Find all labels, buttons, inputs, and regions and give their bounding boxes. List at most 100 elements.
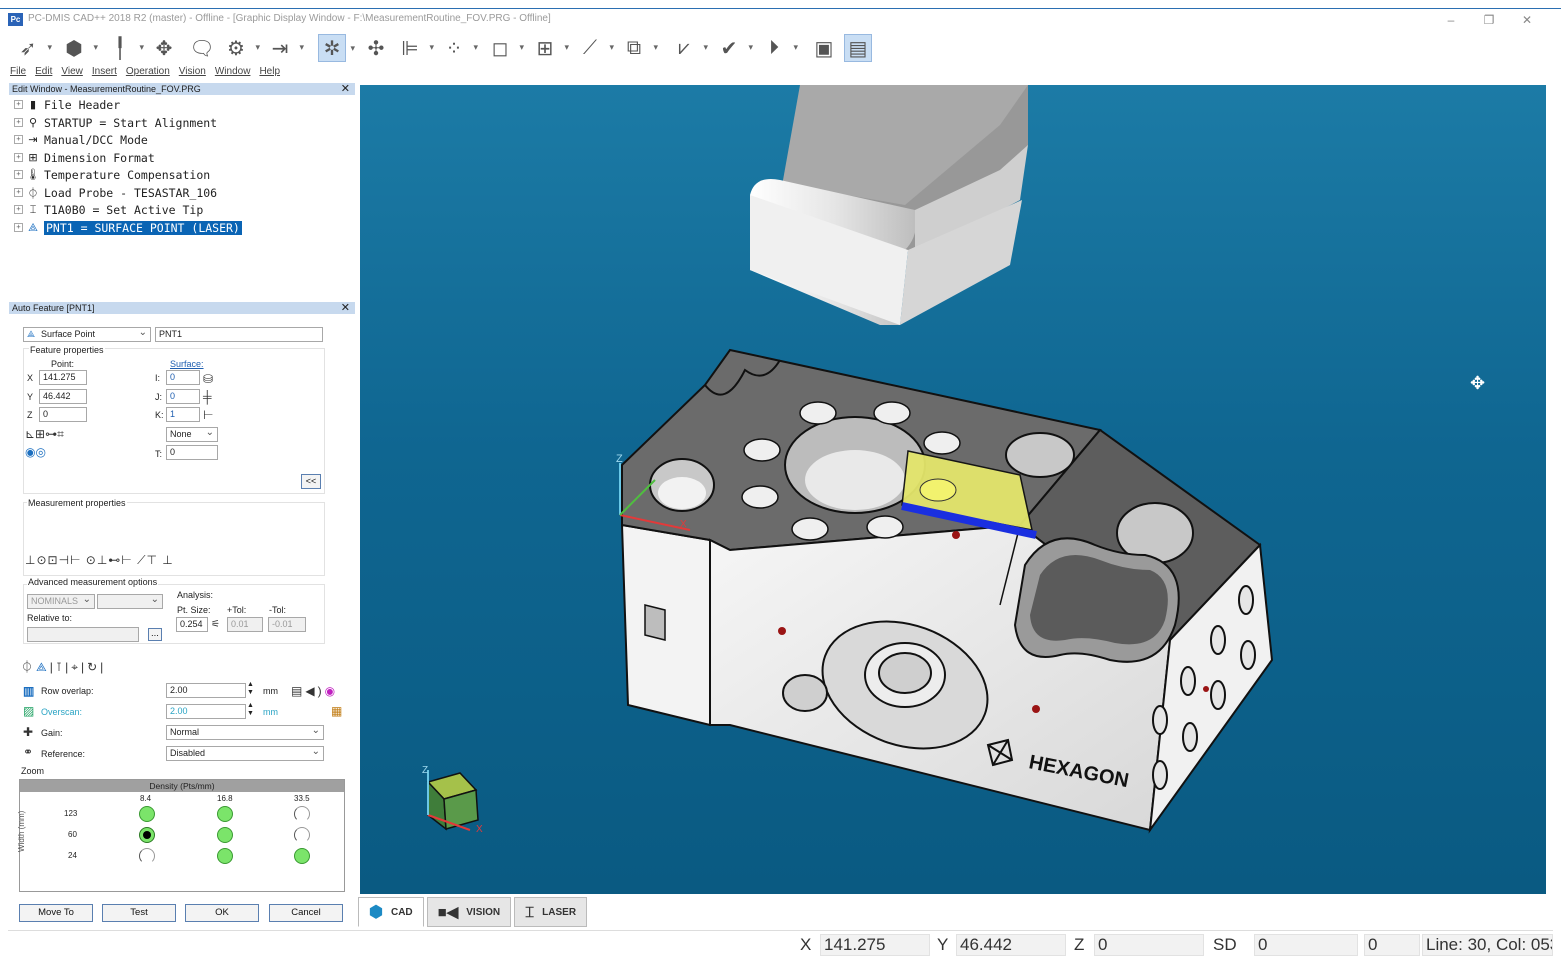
density-option-radio[interactable] <box>217 848 233 864</box>
z-input[interactable]: 0 <box>39 407 87 422</box>
point-icon[interactable]: ✣ <box>362 34 390 62</box>
read-point-icon[interactable]: ◉◎ <box>25 445 46 459</box>
close-button[interactable]: ✕ <box>1512 11 1542 29</box>
nominals-mode-select[interactable] <box>97 594 163 609</box>
tree-item-file-header[interactable]: + ▮ File Header <box>14 96 120 113</box>
tree-item-load-probe[interactable]: + ⏀ Load Probe - TESASTAR_106 <box>14 184 217 201</box>
feature-type-select[interactable]: ⟁ Surface Point <box>23 327 151 342</box>
manual-dcc-icon[interactable]: ⇥ <box>266 34 304 62</box>
report-icon[interactable]: ⩗ <box>670 34 708 62</box>
menu-window[interactable]: Window <box>215 66 251 82</box>
nominals-select[interactable]: NOMINALS <box>27 594 95 609</box>
relative-to-browse-button[interactable]: ... <box>148 628 162 641</box>
probe-icon[interactable]: ╿ <box>106 34 144 62</box>
feature-id-input[interactable]: PNT1 <box>155 327 323 342</box>
copy-icon[interactable]: ⧉ <box>620 34 658 62</box>
tab-cad[interactable]: ⬢ CAD <box>358 897 424 927</box>
row-overlap-input[interactable]: 2.00 <box>166 683 246 698</box>
reference-select[interactable]: Disabled <box>166 746 324 761</box>
menu-file[interactable]: File <box>10 66 26 82</box>
relative-to-input[interactable] <box>27 627 139 642</box>
check-icon[interactable]: ✔ <box>715 34 753 62</box>
snap-select[interactable]: None <box>166 427 218 442</box>
menu-help[interactable]: Help <box>259 66 280 82</box>
comment-icon[interactable]: 🗨 <box>188 34 216 62</box>
overscan-input[interactable]: 2.00 <box>166 704 246 719</box>
density-option-radio-selected[interactable] <box>139 827 155 843</box>
row-overlap-spinner[interactable]: ▲ ▼ <box>247 681 254 697</box>
expand-icon[interactable]: + <box>14 135 23 144</box>
move-icon[interactable]: ✥ <box>150 34 178 62</box>
density-option-radio[interactable] <box>217 806 233 822</box>
menu-view[interactable]: View <box>61 66 83 82</box>
plus-tol-input[interactable]: 0.01 <box>227 617 263 632</box>
tree-item-startup[interactable]: + ⚲ STARTUP = Start Alignment <box>14 114 217 131</box>
density-option-radio[interactable] <box>294 806 310 822</box>
expand-icon[interactable]: + <box>14 100 23 109</box>
dimension-icon[interactable]: ⟋ <box>576 34 614 62</box>
tree-item-dimension-format[interactable]: + ⊞ Dimension Format <box>14 149 155 166</box>
tree-item-set-tip[interactable]: + ⌶ T1A0B0 = Set Active Tip <box>14 201 203 218</box>
graphics-display-window[interactable]: HEXAGON Z X Z X ✥ <box>360 85 1546 894</box>
circle-icon[interactable]: ◻ <box>486 34 524 62</box>
density-option-radio[interactable] <box>294 848 310 864</box>
x-input[interactable]: 141.275 <box>39 370 87 385</box>
overscan-spinner[interactable]: ▲ ▼ <box>247 702 254 718</box>
restore-button[interactable]: ❐ <box>1474 11 1504 29</box>
i-input[interactable]: 0 <box>166 370 200 385</box>
expand-icon[interactable]: + <box>14 118 23 127</box>
minimize-button[interactable]: – <box>1436 11 1466 29</box>
viewset-icon[interactable]: ✲ <box>318 34 355 62</box>
flip-vector-icon[interactable]: ╪ <box>203 390 212 404</box>
ok-button[interactable]: OK <box>185 904 259 922</box>
find-vector-icon[interactable]: ⛁ <box>203 372 213 386</box>
density-option-radio[interactable] <box>294 827 310 843</box>
expand-icon[interactable]: + <box>14 188 23 197</box>
menu-operation[interactable]: Operation <box>126 66 170 82</box>
collapse-button[interactable]: << <box>301 474 321 489</box>
minus-tol-input[interactable]: -0.01 <box>268 617 306 632</box>
expand-icon[interactable]: + <box>14 153 23 162</box>
density-option-radio[interactable] <box>139 848 155 864</box>
surface-label[interactable]: Surface: <box>170 359 204 369</box>
laser-view-icons[interactable]: ▤◀)◉ <box>291 684 338 698</box>
auto-feature-close-icon[interactable]: ✕ <box>341 302 350 314</box>
menu-edit[interactable]: Edit <box>35 66 52 82</box>
test-button[interactable]: Test <box>102 904 176 922</box>
laser-view-icon[interactable]: ▤ <box>844 34 872 62</box>
expand-icon[interactable]: + <box>14 170 23 179</box>
menu-vision[interactable]: Vision <box>179 66 206 82</box>
pt-size-input[interactable]: 0.254 <box>176 617 208 632</box>
tree-item-pnt1[interactable]: + ⟁ PNT1 = SURFACE POINT (LASER) <box>14 219 243 236</box>
density-option-radio[interactable] <box>139 806 155 822</box>
move-to-button[interactable]: Move To <box>19 904 93 922</box>
k-input[interactable]: 1 <box>166 407 200 422</box>
tree-item-temperature[interactable]: + 🌡 Temperature Compensation <box>14 166 210 183</box>
cancel-button[interactable]: Cancel <box>269 904 343 922</box>
t-input[interactable]: 0 <box>166 445 218 460</box>
gain-select[interactable]: Normal <box>166 725 324 740</box>
overscan-settings-icon[interactable]: ▦ <box>331 704 342 718</box>
cad-model-view[interactable]: HEXAGON Z X Z X ✥ <box>360 85 1546 894</box>
3d-view-icon[interactable]: ⬢ <box>60 34 98 62</box>
settings-icon[interactable]: ⚙ <box>222 34 260 62</box>
expand-icon[interactable]: + <box>14 205 23 214</box>
y-input[interactable]: 46.442 <box>39 389 87 404</box>
pt-size-icon[interactable]: ⚟ <box>211 618 220 632</box>
tab-laser[interactable]: ⌶ LASER <box>514 897 588 927</box>
menu-insert[interactable]: Insert <box>92 66 117 82</box>
measurement-tools-icon[interactable]: ⊥⊙⊡⊣⊢ ⊙⊥⊷⊢ ⟋⊤ ⊥ <box>25 553 174 567</box>
probe-mode-icon[interactable]: ➶ <box>14 34 52 62</box>
point-tools-icon[interactable]: ⊾⊞⊶⌗ <box>25 427 64 441</box>
path-icon[interactable]: ⁘ <box>440 34 478 62</box>
tree-item-mode[interactable]: + ⇥ Manual/DCC Mode <box>14 131 148 148</box>
expand-icon[interactable]: + <box>14 223 23 232</box>
view-cube[interactable]: Z X <box>422 765 483 835</box>
alignment-icon[interactable]: ⊞ <box>531 34 569 62</box>
density-option-radio[interactable] <box>217 827 233 843</box>
scan-icon[interactable]: ⊫ <box>396 34 434 62</box>
normal-vector-icon[interactable]: ⊢ <box>203 408 213 422</box>
property-tabs-icon[interactable]: ⏀⟁|⊺|⌖|↻| <box>21 660 106 674</box>
j-input[interactable]: 0 <box>166 389 200 404</box>
fov-icon[interactable]: ▣ <box>810 34 838 62</box>
